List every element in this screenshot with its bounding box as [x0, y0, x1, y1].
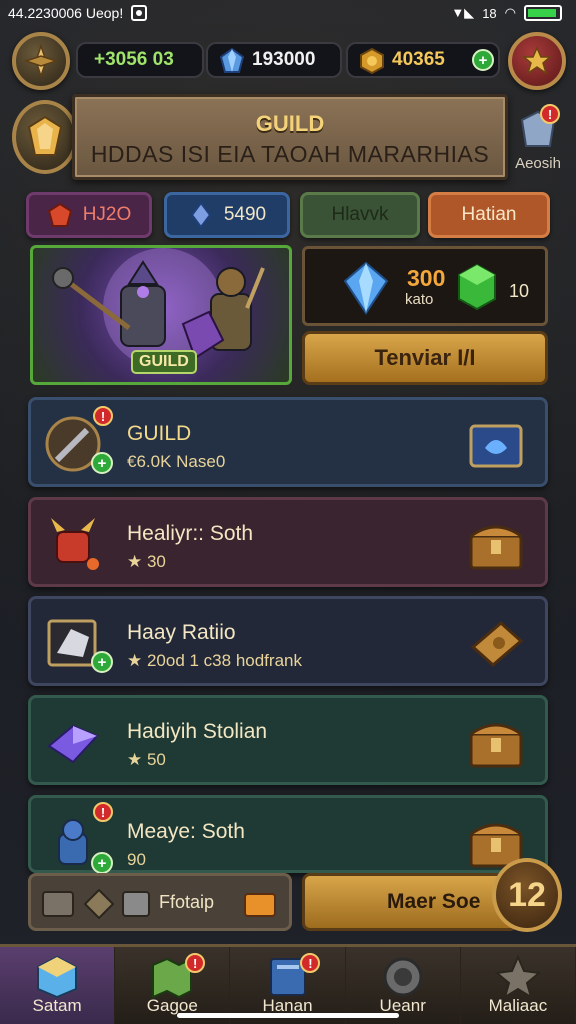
quest-subtitle: 90: [127, 850, 146, 869]
tab-2-label: 5490: [223, 204, 267, 225]
guild-title: GUILD: [255, 111, 325, 136]
quest-alert-badge: !: [93, 802, 113, 822]
reward-label: kato: [405, 291, 434, 308]
inventory-items-icon: [42, 888, 150, 920]
coin-icon: [360, 47, 384, 75]
quest-title: Haay Ratiio: [127, 621, 236, 644]
quest-row[interactable]: ! + Meaye: Soth 90: [28, 795, 548, 874]
crystal-icon: [190, 202, 212, 228]
gold-counter: +3056 03: [76, 42, 204, 78]
guild-side-button[interactable]: ! Aeosih: [512, 104, 564, 178]
quest-title: GUILD: [127, 422, 192, 445]
status-bar: 44.2230006 Ueop! ▼◣ 18 ◠: [0, 0, 576, 26]
quest-subtitle: €6.0K Nase0: [127, 452, 226, 471]
camera-icon: [131, 5, 148, 21]
nav-item-maliaac[interactable]: Maliaac: [461, 947, 576, 1024]
tab-4-label: Hatian: [461, 204, 517, 225]
guild-banner: GUILD HDDAS ISI EIA TAOAH MARARHIAS: [72, 94, 508, 180]
spiked-star-icon: [494, 955, 541, 999]
tab-1[interactable]: HJ2O: [26, 192, 152, 238]
currency-bar: +3056 03 193000 40365 +: [10, 30, 566, 92]
blue-gem-icon: [219, 47, 245, 73]
quest-title: Healiyr:: Soth: [127, 522, 254, 545]
treasure-chest-icon: [469, 723, 523, 768]
compass-button[interactable]: [12, 32, 70, 90]
ticket-icon: [470, 621, 524, 667]
nav-alert-badge: !: [300, 953, 321, 973]
nav-item-satam[interactable]: Satam: [0, 947, 116, 1024]
helmet-icon: [383, 957, 423, 997]
treasure-chest-icon: [469, 525, 523, 570]
guild-emblem-button[interactable]: [12, 100, 78, 174]
hero-guild-tag: GUILD: [131, 350, 197, 374]
favorites-button[interactable]: [508, 32, 566, 90]
quest-add-badge: +: [91, 452, 113, 474]
star-icon: [522, 46, 552, 75]
notification-badge: !: [540, 104, 560, 124]
quest-subtitle: ★ 30: [127, 552, 166, 571]
quest-title: Hadiyih Stolian: [127, 720, 268, 743]
main-action-button[interactable]: Maer Soe: [302, 873, 518, 931]
tab-2[interactable]: 5490: [164, 192, 290, 238]
reward-panel: 300 kato 10: [302, 246, 548, 326]
quest-title: Meaye: Soth: [127, 820, 245, 843]
tab-1-label: HJ2O: [82, 204, 132, 225]
add-coins-button[interactable]: +: [472, 49, 494, 71]
quest-add-badge: +: [91, 852, 113, 874]
quest-alert-badge: !: [93, 406, 113, 426]
demon-helmet-icon: [51, 518, 99, 570]
gem-counter: 193000: [206, 42, 342, 78]
tab-3-label: Hlavvk: [331, 204, 389, 225]
coin-counter: 40365 +: [346, 42, 500, 78]
quest-subtitle: ★ 20od 1 c38 hodfrank: [127, 651, 302, 670]
cube-icon: [37, 955, 78, 999]
activate-button-label: Tenviar I/I: [374, 345, 476, 370]
signal-icon: ▼◣: [451, 5, 475, 20]
level-value: 12: [508, 875, 546, 914]
tab-4[interactable]: Hatian: [428, 192, 550, 238]
main-action-label: Maer Soe: [387, 890, 481, 913]
guild-subtitle: HDDAS ISI EIA TAOAH MARARHIAS: [90, 141, 490, 167]
reward-second-amount: 10: [509, 281, 530, 301]
gold-value: +3056 03: [94, 49, 174, 70]
quest-row[interactable]: Hadiyih Stolian ★ 50: [28, 695, 548, 785]
purple-crystal-icon: [47, 724, 99, 764]
inventory-strip[interactable]: Ffotaip: [28, 873, 292, 931]
scroll-icon: [469, 424, 523, 468]
quest-add-badge: +: [91, 651, 113, 673]
battery-icon: [524, 5, 562, 21]
nav-label: Maliaac: [488, 996, 548, 1015]
status-time: 44.2230006 Ueop!: [8, 5, 124, 21]
gem-value: 193000: [252, 49, 316, 70]
diamond-icon: [343, 261, 389, 315]
guild-hero-card[interactable]: GUILD: [30, 245, 292, 385]
quest-row[interactable]: + Haay Ratiio ★ 20od 1 c38 hodfrank: [28, 596, 548, 686]
level-badge[interactable]: 12: [492, 858, 562, 932]
quest-row[interactable]: Healiyr:: Soth ★ 30: [28, 497, 548, 587]
reward-amount: 300: [407, 265, 446, 291]
guild-crest-icon: [27, 115, 63, 156]
activate-button[interactable]: Tenviar I/I: [302, 331, 548, 385]
nav-alert-badge: !: [185, 953, 206, 973]
home-indicator: [177, 1013, 399, 1018]
quest-subtitle: ★ 50: [127, 750, 166, 769]
tab-3[interactable]: Hlavvk: [300, 192, 420, 238]
nav-label: Satam: [32, 996, 82, 1015]
wifi-icon: ◠: [504, 5, 516, 20]
quest-row[interactable]: ! + GUILD €6.0K Nase0: [28, 397, 548, 487]
green-cube-icon: [458, 263, 496, 311]
bottom-nav: Satam ! Gagoe ! Hanan Ueanr Maliaac: [0, 944, 576, 1024]
network-label: 18: [482, 5, 497, 21]
inventory-label: Ffotaip: [159, 892, 215, 912]
coin-value: 40365: [392, 49, 445, 70]
orange-chest-icon: [244, 893, 276, 917]
side-label: Aeosih: [515, 155, 561, 172]
compass-icon: [24, 44, 58, 78]
red-gem-icon: [47, 202, 72, 227]
